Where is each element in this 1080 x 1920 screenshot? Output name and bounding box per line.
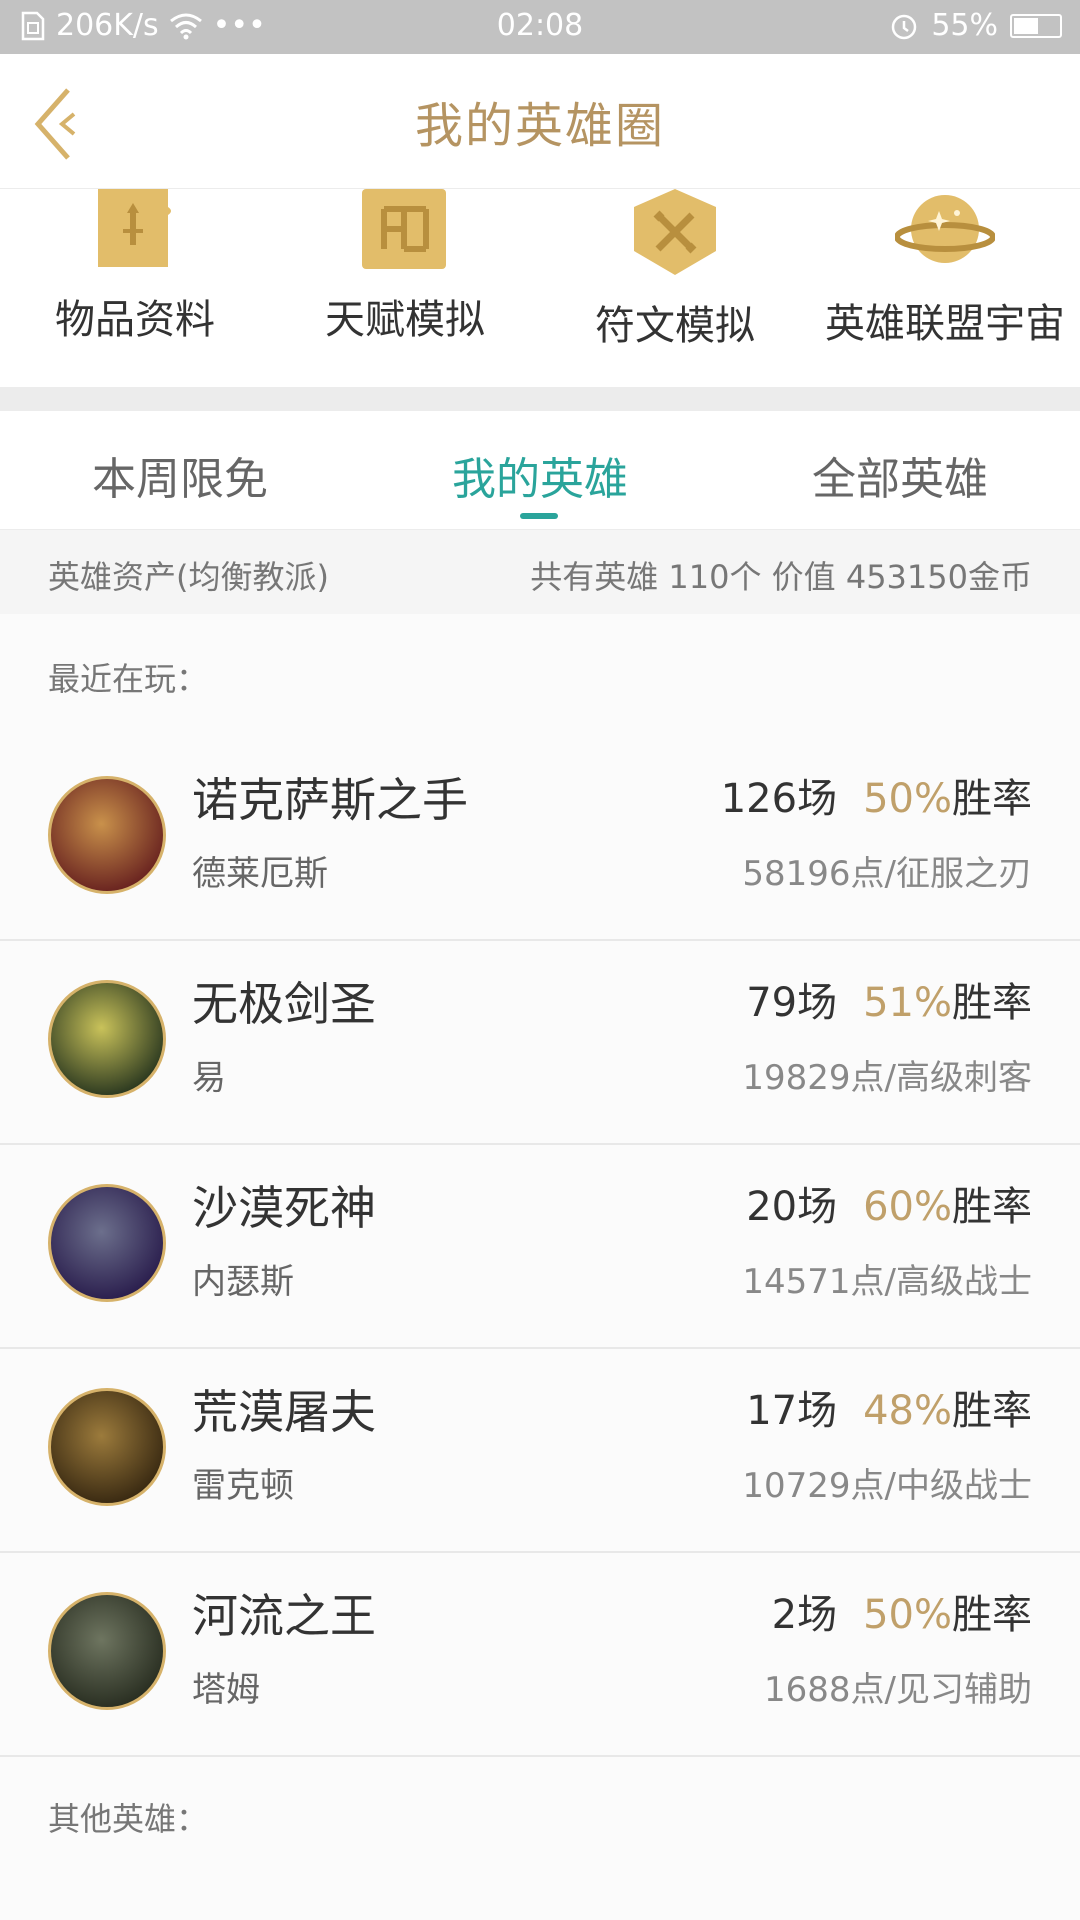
- active-tab-indicator: [520, 513, 558, 519]
- alarm-icon: [892, 14, 917, 39]
- hero-points: 1688点/见习辅助: [764, 1670, 1032, 1710]
- tab-weekly-free[interactable]: 本周限免: [0, 443, 360, 507]
- talent-tree-icon: [362, 189, 446, 269]
- hero-row[interactable]: 沙漠死神内瑟斯 20场 60%胜率 14571点/高级战士: [0, 1144, 1080, 1349]
- hero-title: 河流之王: [192, 1589, 376, 1643]
- tool-label: 英雄联盟宇宙: [825, 301, 1065, 347]
- hero-assets-bar: 英雄资产(均衡教派) 共有英雄 110个 价值 453150金币: [0, 530, 1080, 614]
- tab-all-heroes[interactable]: 全部英雄: [720, 443, 1080, 507]
- win-rate-label: 胜率: [952, 1592, 1032, 1638]
- hero-stats: 2场 50%胜率: [772, 1582, 1032, 1640]
- other-heroes-label: 其他英雄：: [48, 1800, 209, 1838]
- games-count: 17场: [746, 1388, 838, 1434]
- planet-icon: [895, 195, 995, 263]
- hero-row[interactable]: 无极剑圣易 79场 51%胜率 19829点/高级刺客: [0, 940, 1080, 1145]
- battery-icon: [1010, 13, 1062, 38]
- hero-name: 雷克顿: [192, 1466, 294, 1506]
- tool-item-universe[interactable]: 英雄联盟宇宙: [810, 189, 1080, 349]
- hero-points: 19829点/高级刺客: [742, 1058, 1032, 1098]
- win-rate-label: 胜率: [952, 1388, 1032, 1434]
- hero-stats: 126场 50%胜率: [721, 766, 1032, 824]
- battery-percent: 55%: [931, 8, 998, 43]
- hero-name: 德莱厄斯: [192, 854, 328, 894]
- hero-name: 内瑟斯: [192, 1262, 294, 1302]
- hero-stats: 20场 60%胜率: [746, 1174, 1032, 1232]
- tool-item-rune[interactable]: 符文模拟: [540, 189, 810, 351]
- games-count: 126场: [720, 776, 838, 822]
- hero-avatar: [48, 776, 166, 894]
- hero-name: 易: [192, 1058, 226, 1098]
- win-rate: 60%: [863, 1184, 952, 1230]
- hero-title: 沙漠死神: [192, 1181, 376, 1235]
- hero-stats: 17场 48%胜率: [746, 1378, 1032, 1436]
- tool-item-items[interactable]: 物品资料: [0, 189, 270, 345]
- hero-title: 无极剑圣: [192, 977, 376, 1031]
- hero-avatar: [48, 980, 166, 1098]
- hero-row[interactable]: 诺克萨斯之手德莱厄斯 126场 50%胜率 58196点/征服之刃: [0, 736, 1080, 941]
- hero-avatar: [48, 1592, 166, 1710]
- recent-label: 最近在玩：: [48, 660, 209, 698]
- hero-avatar: [48, 1388, 166, 1506]
- hero-points: 10729点/中级战士: [742, 1466, 1032, 1506]
- hero-title: 诺克萨斯之手: [192, 773, 468, 827]
- tab-my-heroes[interactable]: 我的英雄: [360, 443, 720, 507]
- section-divider: [0, 387, 1080, 411]
- page-title: 我的英雄圈: [414, 98, 665, 154]
- hero-points: 14571点/高级战士: [742, 1262, 1032, 1302]
- games-count: 20场: [746, 1184, 838, 1230]
- win-rate: 50%: [863, 776, 952, 822]
- sword-icon: [98, 189, 171, 267]
- hero-tabs: 本周限免 我的英雄 全部英雄: [0, 411, 1080, 530]
- hero-row[interactable]: 荒漠屠夫雷克顿 17场 48%胜率 10729点/中级战士: [0, 1348, 1080, 1553]
- status-bar: 206K/s ••• 02:08 55%: [0, 0, 1080, 54]
- tool-item-talent[interactable]: 天赋模拟: [270, 189, 540, 345]
- games-count: 79场: [746, 980, 838, 1026]
- tool-label: 物品资料: [55, 297, 215, 343]
- win-rate-label: 胜率: [952, 980, 1032, 1026]
- win-rate-label: 胜率: [952, 1184, 1032, 1230]
- tool-shortcuts: 物品资料 天赋模拟 符文模拟 英雄联盟宇宙: [0, 189, 1080, 387]
- hero-name: 塔姆: [192, 1670, 260, 1710]
- rune-icon: [634, 189, 716, 275]
- games-count: 2场: [771, 1592, 838, 1638]
- hero-stats: 79场 51%胜率: [746, 970, 1032, 1028]
- win-rate: 48%: [863, 1388, 952, 1434]
- tool-label: 符文模拟: [595, 303, 755, 349]
- tool-label: 天赋模拟: [325, 297, 485, 343]
- hero-row[interactable]: 河流之王塔姆 2场 50%胜率 1688点/见习辅助: [0, 1552, 1080, 1757]
- hero-title: 荒漠屠夫: [192, 1385, 376, 1439]
- win-rate-label: 胜率: [952, 776, 1032, 822]
- asset-title: 英雄资产(均衡教派): [48, 558, 329, 596]
- win-rate: 50%: [863, 1592, 952, 1638]
- hero-points: 58196点/征服之刃: [742, 854, 1032, 894]
- hero-avatar: [48, 1184, 166, 1302]
- asset-summary: 共有英雄 110个 价值 453150金币: [530, 558, 1032, 596]
- win-rate: 51%: [863, 980, 952, 1026]
- app-header: 我的英雄圈: [0, 54, 1080, 189]
